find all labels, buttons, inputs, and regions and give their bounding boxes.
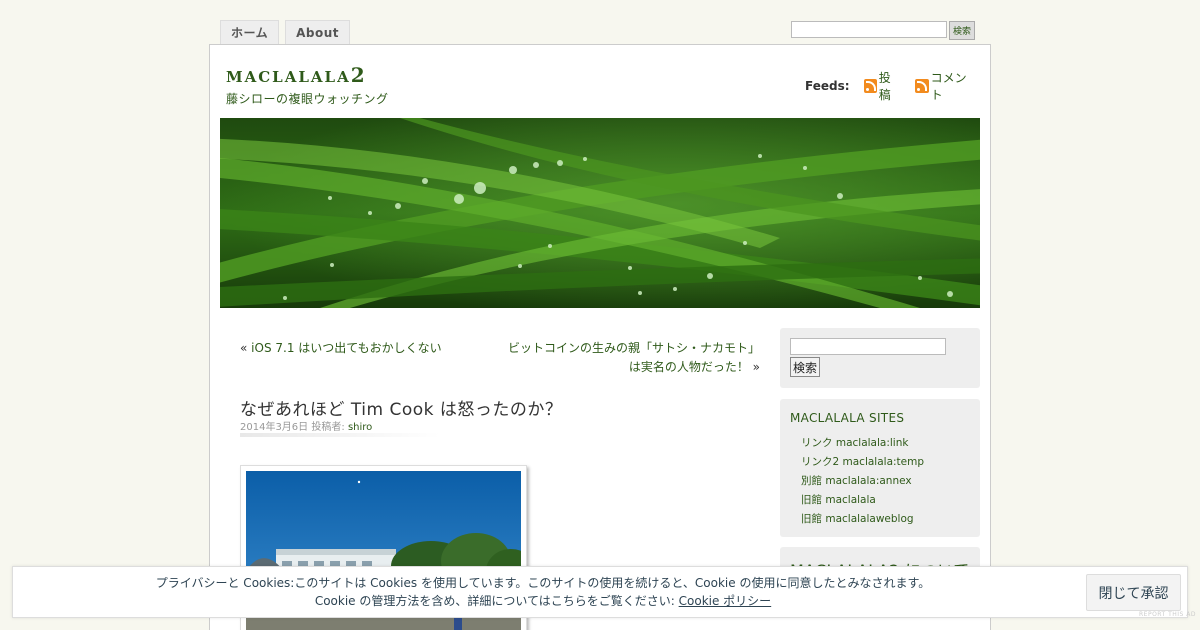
tab-about[interactable]: About bbox=[285, 20, 351, 45]
site-link[interactable]: リンク maclalala:link bbox=[801, 437, 908, 449]
feed-comments-link[interactable]: コメント bbox=[915, 69, 976, 103]
list-item: 旧館 maclalala bbox=[790, 492, 970, 511]
next-arrow: » bbox=[752, 360, 760, 374]
list-item: リンク2 maclalala:temp bbox=[790, 454, 970, 473]
tab-home[interactable]: ホーム bbox=[220, 20, 280, 45]
feeds-bar: Feeds: 投稿 コメント bbox=[805, 69, 990, 103]
next-post-link[interactable]: ビットコインの生みの親「サトシ・ナカモト」 は実名の人物だった！ » bbox=[508, 339, 760, 377]
report-ad-link[interactable]: REPORT THIS AD bbox=[1139, 611, 1196, 618]
top-search-form: 検索 bbox=[791, 21, 976, 40]
post-author-link[interactable]: shiro bbox=[348, 422, 372, 433]
site-title-main: MACLALALA bbox=[226, 68, 351, 86]
post-author-label: 投稿者: bbox=[311, 422, 345, 433]
feed-posts-link[interactable]: 投稿 bbox=[863, 69, 902, 103]
site-title[interactable]: MACLALALA2 bbox=[226, 63, 365, 87]
post-date: 2014年3月6日 bbox=[240, 422, 309, 433]
cookie-policy-link[interactable]: Cookie ポリシー bbox=[679, 594, 772, 608]
header-image-grass bbox=[220, 118, 980, 308]
feeds-label: Feeds: bbox=[805, 79, 850, 93]
top-search-input[interactable] bbox=[791, 21, 947, 38]
list-item: 別館 maclalala:annex bbox=[790, 473, 970, 492]
rss-icon bbox=[863, 79, 877, 93]
site-link[interactable]: 別館 maclalala:annex bbox=[801, 475, 912, 487]
feed-comments-label: コメント bbox=[930, 71, 967, 102]
prev-arrow: « bbox=[240, 341, 248, 355]
cookie-text-line1: プライバシーと Cookies:このサイトは Cookies を使用しています。… bbox=[155, 576, 931, 590]
post-meta: 2014年3月6日 投稿者: shiro bbox=[240, 418, 372, 433]
list-item: 旧館 maclalalaweblog bbox=[790, 511, 970, 530]
site-link[interactable]: 旧館 maclalalaweblog bbox=[801, 513, 914, 525]
cookie-banner: プライバシーと Cookies:このサイトは Cookies を使用しています。… bbox=[12, 566, 1188, 618]
sidebar-search-input[interactable] bbox=[790, 338, 946, 355]
meta-divider bbox=[240, 433, 440, 437]
sidebar-sites-widget: MACLALALA SITES リンク maclalala:link リンク2 … bbox=[780, 399, 980, 537]
rss-icon bbox=[915, 79, 929, 93]
cookie-text-prefix: Cookie の管理方法を含め、詳細についてはこちらをご覧ください: bbox=[314, 594, 675, 608]
site-description: 藤シローの複眼ウォッチング bbox=[226, 92, 389, 106]
site-link[interactable]: リンク2 maclalala:temp bbox=[801, 456, 924, 468]
previous-post-title[interactable]: iOS 7.1 はいつ出てもおかしくない bbox=[251, 341, 442, 355]
post-title: なぜあれほど Tim Cook は怒ったのか？ bbox=[240, 400, 563, 420]
sidebar-search-button[interactable]: 検索 bbox=[790, 357, 821, 377]
sites-list: リンク maclalala:link リンク2 maclalala:temp 別… bbox=[790, 435, 970, 530]
previous-post-link[interactable]: « iOS 7.1 はいつ出てもおかしくない bbox=[240, 339, 442, 356]
site-link[interactable]: 旧館 maclalala bbox=[801, 494, 876, 506]
next-post-title-line1[interactable]: ビットコインの生みの親「サトシ・ナカモト」 bbox=[508, 339, 760, 358]
list-item: リンク maclalala:link bbox=[790, 435, 970, 454]
site-title-number: 2 bbox=[350, 63, 365, 87]
sites-widget-title: MACLALALA SITES bbox=[790, 411, 905, 425]
sidebar-search-widget: 検索 bbox=[780, 328, 980, 388]
cookie-accept-button[interactable]: 閉じて承認 bbox=[1086, 574, 1181, 611]
cookie-text-line2: Cookie の管理方法を含め、詳細についてはこちらをご覧ください: Cooki… bbox=[13, 592, 1073, 610]
top-search-button[interactable]: 検索 bbox=[949, 21, 976, 40]
cookie-text: プライバシーと Cookies:このサイトは Cookies を使用しています。… bbox=[13, 574, 1073, 610]
next-post-title-line2[interactable]: は実名の人物だった！ bbox=[629, 360, 749, 374]
feed-posts-label: 投稿 bbox=[878, 71, 891, 102]
main-nav: ホーム About bbox=[220, 20, 351, 45]
page-container: MACLALALA2 藤シローの複眼ウォッチング Feeds: 投稿 コメント bbox=[209, 44, 991, 630]
